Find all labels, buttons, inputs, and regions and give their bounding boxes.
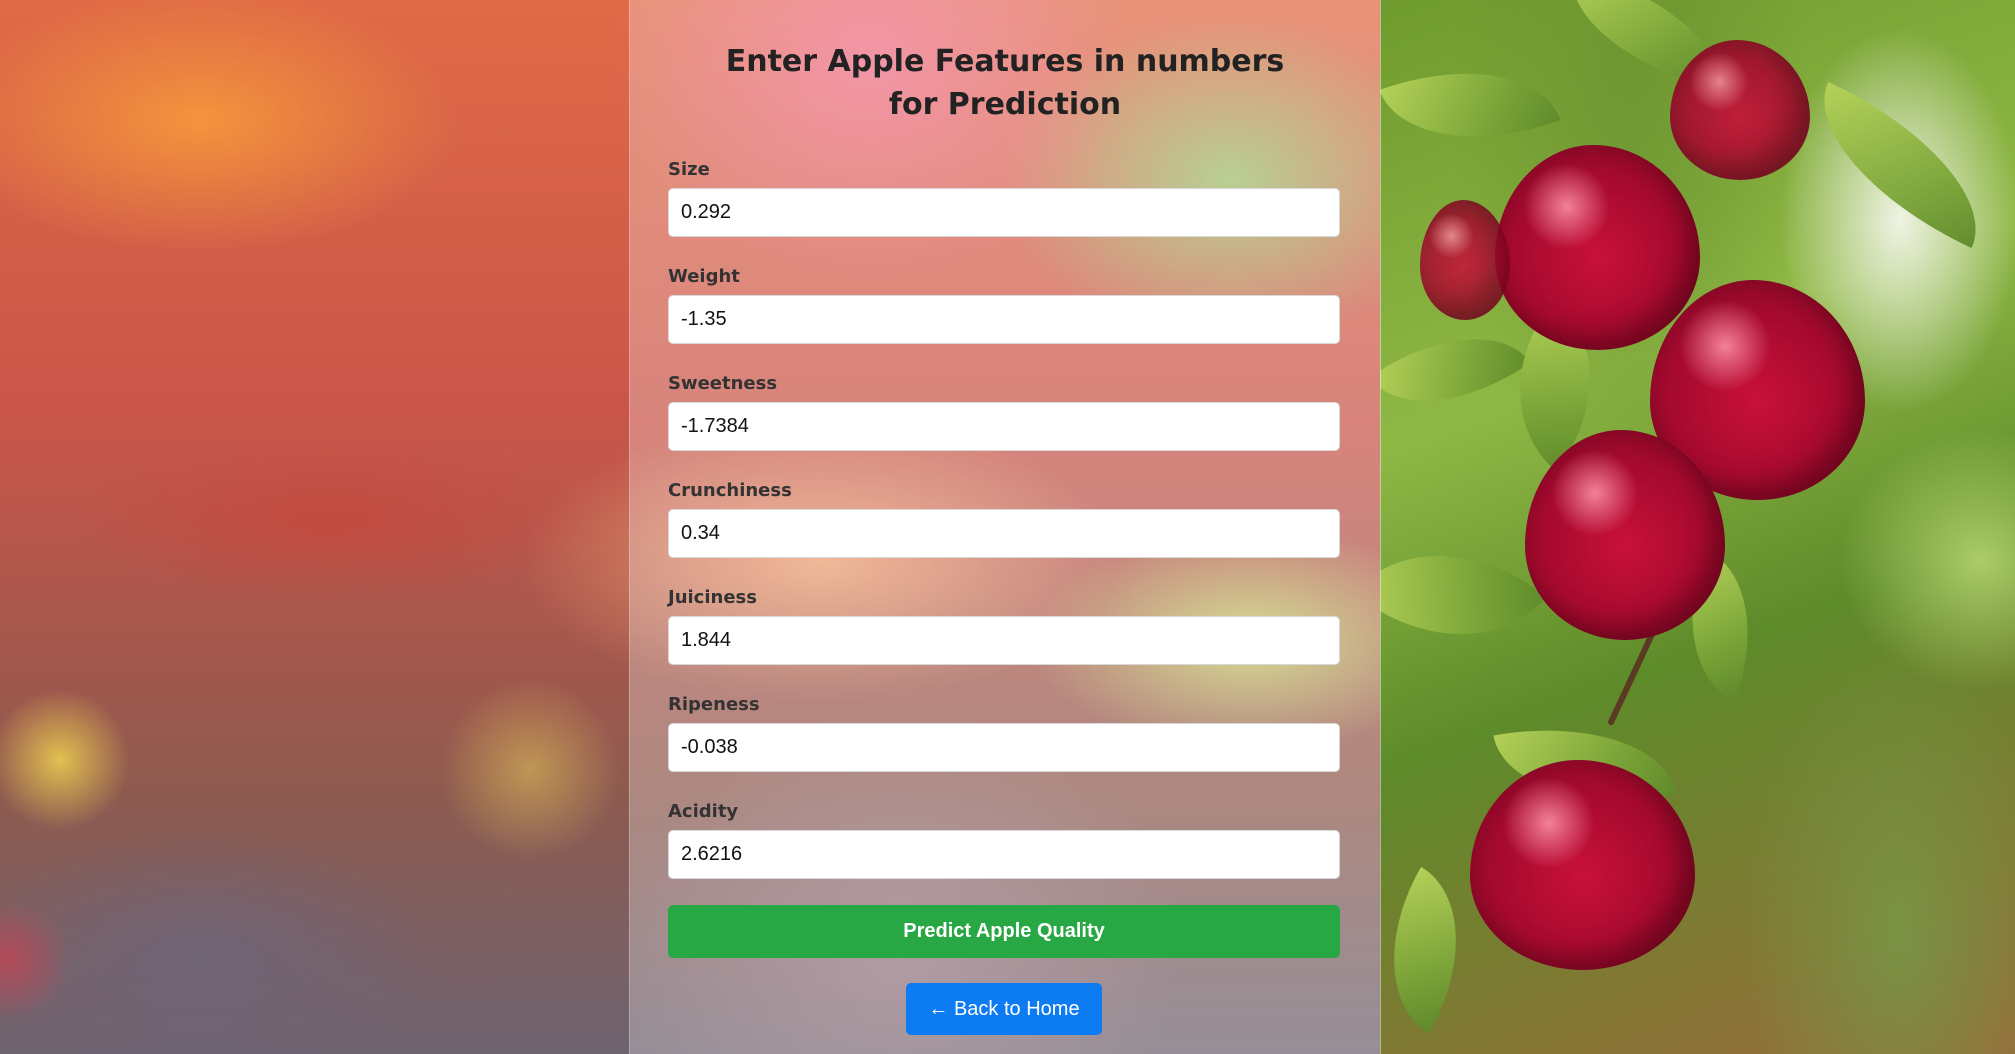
sweetness-label: Sweetness <box>668 373 778 394</box>
leaf-shape <box>1380 297 1531 443</box>
leaf-shape <box>1380 35 1561 175</box>
page: Enter Apple Features in numbers for Pred… <box>0 0 2015 1054</box>
prediction-form: Size Weight Sweetness Crunchiness Juicin… <box>668 158 1340 907</box>
ripeness-field-group: Ripeness <box>668 693 1340 800</box>
size-input[interactable] <box>668 188 1340 237</box>
juiciness-label: Juiciness <box>668 587 757 608</box>
predict-button[interactable]: Predict Apple Quality <box>668 905 1340 958</box>
crunchiness-input[interactable] <box>668 509 1340 558</box>
size-label: Size <box>668 159 710 180</box>
weight-input[interactable] <box>668 295 1340 344</box>
acidity-input[interactable] <box>668 830 1340 879</box>
sweetness-field-group: Sweetness <box>668 372 1340 479</box>
leaf-shape <box>1380 500 1547 690</box>
acidity-label: Acidity <box>668 801 739 822</box>
sweetness-input[interactable] <box>668 402 1340 451</box>
apple-shape <box>1420 200 1510 320</box>
page-title: Enter Apple Features in numbers for Pred… <box>725 44 1285 122</box>
ripeness-input[interactable] <box>668 723 1340 772</box>
size-field-group: Size <box>668 158 1340 265</box>
acidity-field-group: Acidity <box>668 800 1340 907</box>
back-to-home-button[interactable]: ← Back to Home <box>906 983 1102 1035</box>
apple-tree-photo <box>1380 0 2015 1054</box>
leaf-shape <box>1790 81 2010 249</box>
apple-shape <box>1670 40 1810 180</box>
apple-shape <box>1495 145 1700 350</box>
ripeness-label: Ripeness <box>668 694 760 715</box>
crunchiness-label: Crunchiness <box>668 480 792 501</box>
juiciness-field-group: Juiciness <box>668 586 1340 693</box>
weight-field-group: Weight <box>668 265 1340 372</box>
weight-label: Weight <box>668 266 740 287</box>
juiciness-input[interactable] <box>668 616 1340 665</box>
crunchiness-field-group: Crunchiness <box>668 479 1340 586</box>
